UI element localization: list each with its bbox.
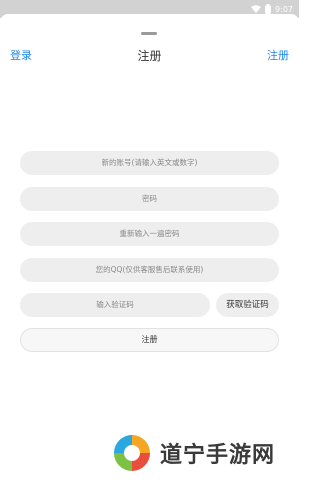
- drag-handle[interactable]: [141, 32, 157, 35]
- watermark: 道宁手游网: [110, 430, 275, 476]
- register-link[interactable]: 注册: [267, 47, 289, 63]
- confirm-password-input[interactable]: 重新输入一遍密码: [20, 222, 279, 246]
- sheet-header: 登录 注册 注册: [0, 44, 299, 66]
- account-input[interactable]: 新的账号(请输入英文或数字): [20, 151, 279, 175]
- password-input[interactable]: 密码: [20, 187, 279, 211]
- battery-icon: [265, 4, 272, 14]
- submit-register-button[interactable]: 注册: [20, 328, 279, 352]
- get-code-button[interactable]: 获取验证码: [216, 293, 279, 317]
- watermark-logo-icon: [114, 435, 150, 471]
- register-sheet: 登录 注册 注册: [0, 14, 299, 480]
- page-title: 注册: [137, 49, 162, 63]
- qq-input[interactable]: 您的QQ(仅供客服售后联系使用): [20, 258, 279, 282]
- status-time: 9:07: [275, 4, 293, 14]
- wifi-icon: [251, 5, 262, 13]
- verification-code-input[interactable]: 输入验证码: [20, 293, 210, 317]
- watermark-text: 道宁手游网: [160, 443, 276, 468]
